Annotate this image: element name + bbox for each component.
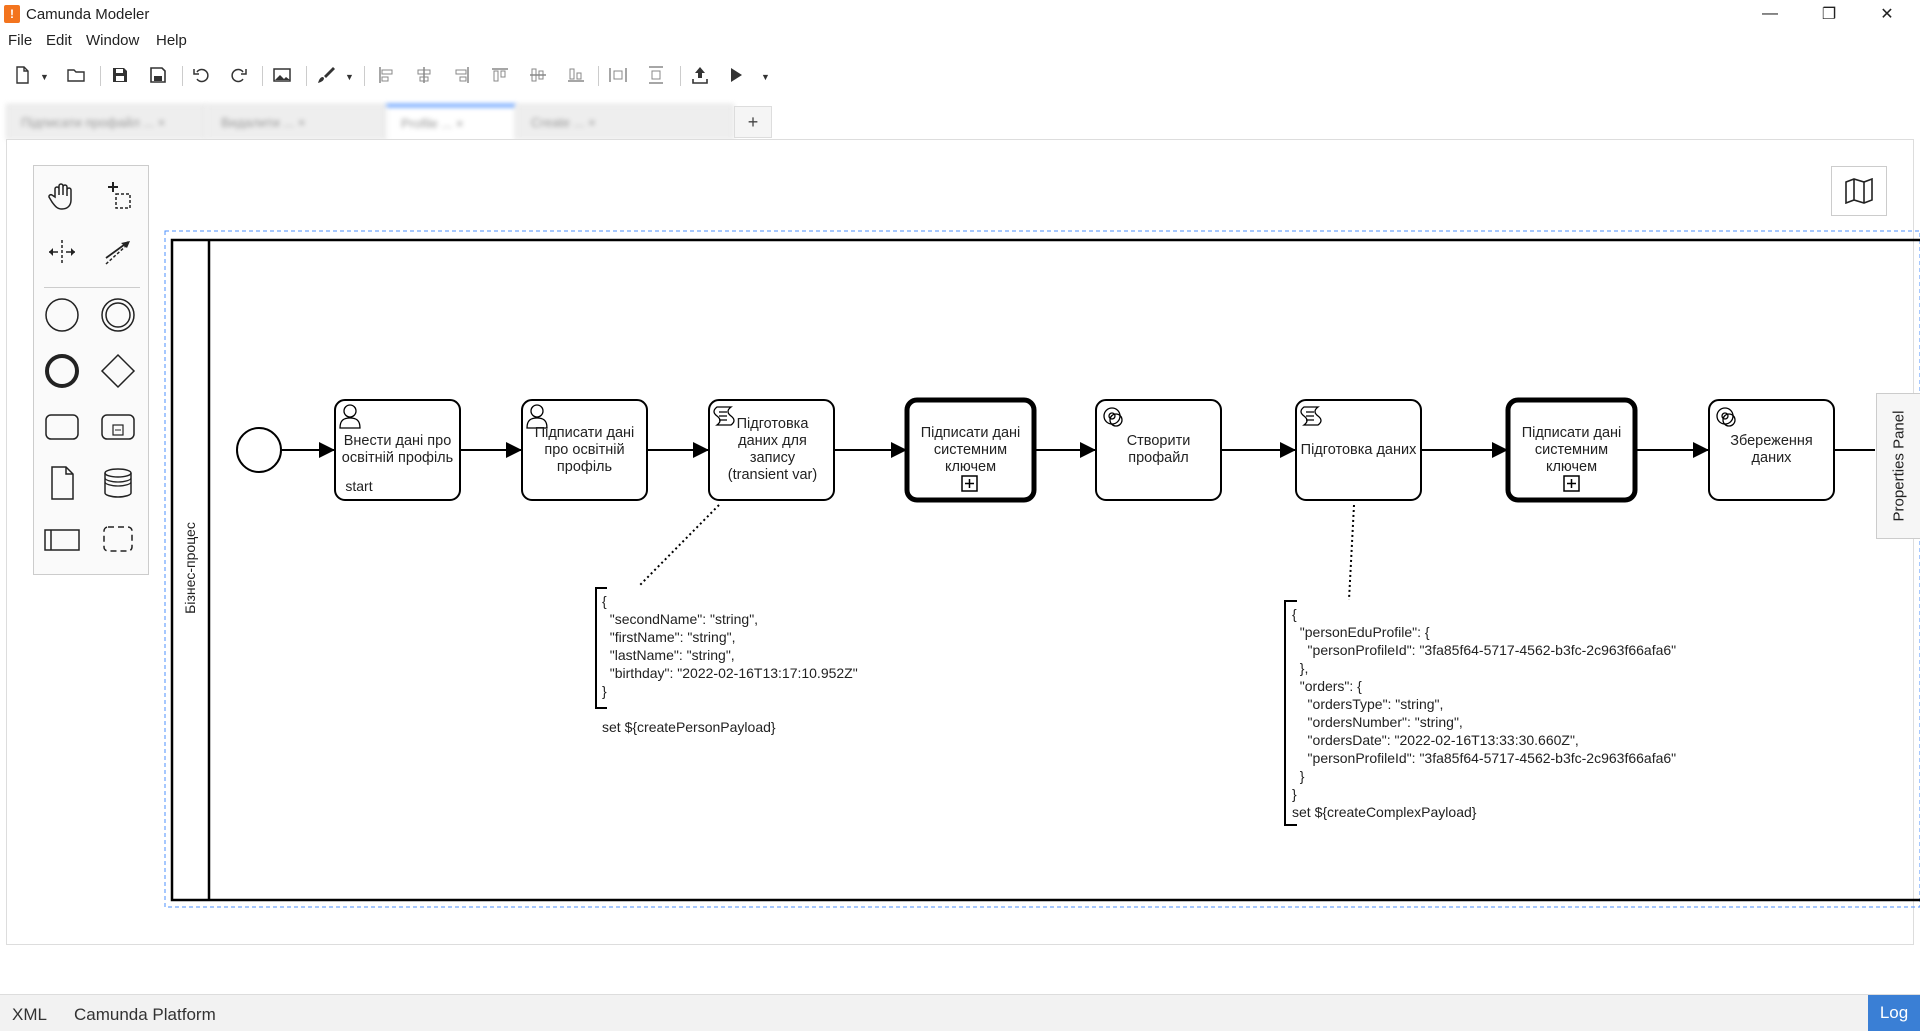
platform-selector[interactable]: Camunda Platform	[74, 1005, 216, 1025]
lasso-tool-icon[interactable]	[96, 174, 140, 218]
association-2	[1348, 504, 1355, 601]
association-1	[639, 504, 720, 586]
start-event-tool-icon[interactable]	[40, 293, 84, 337]
task-tool-icon[interactable]	[40, 405, 84, 449]
annotation-2-text[interactable]: { "personEduProfile": { "personProfileId…	[1292, 605, 1676, 821]
task-7-label: Підписати дані системним ключем	[1521, 424, 1622, 475]
task-3-label: Підготовка даних для запису (transient v…	[727, 416, 818, 483]
log-button[interactable]: Log	[1868, 995, 1920, 1031]
task-1-label: Внести дані про освітній профіль	[341, 433, 454, 466]
pool-label: Бізнес-процес	[182, 522, 198, 614]
data-store-tool-icon[interactable]	[96, 461, 140, 505]
pool-tool-icon[interactable]	[40, 517, 84, 561]
start-event[interactable]	[236, 427, 282, 473]
task-8-label: Збереження даних	[1730, 433, 1813, 466]
gateway-tool-icon[interactable]	[96, 349, 140, 393]
xml-tab[interactable]: XML	[12, 1005, 47, 1025]
properties-panel-label: Properties Panel	[1890, 410, 1907, 522]
hand-tool-icon[interactable]	[40, 174, 84, 218]
annotation-1-text[interactable]: { "secondName": "string", "firstName": "…	[602, 592, 858, 736]
task-4-label: Підписати дані системним ключем	[920, 424, 1021, 475]
end-event-tool-icon[interactable]	[40, 349, 84, 393]
intermediate-event-tool-icon[interactable]	[96, 293, 140, 337]
task-2-label: Підписати дані про освітній профіль	[534, 424, 635, 475]
data-object-tool-icon[interactable]	[40, 461, 84, 505]
map-icon	[1845, 178, 1873, 204]
connect-tool-icon[interactable]	[96, 230, 140, 274]
task-5-label: Створити профайл	[1126, 433, 1191, 466]
minimap-toggle-button[interactable]	[1831, 166, 1887, 216]
bpmn-diagram	[164, 230, 1920, 908]
task-6-label: Підготовка даних	[1300, 441, 1417, 458]
properties-panel-toggle[interactable]: Properties Panel	[1876, 393, 1920, 539]
status-bar: XML Camunda Platform Log	[0, 994, 1920, 1031]
group-tool-icon[interactable]	[96, 517, 140, 561]
subprocess-tool-icon[interactable]	[96, 405, 140, 449]
space-tool-icon[interactable]	[40, 230, 84, 274]
tool-palette	[33, 165, 149, 575]
